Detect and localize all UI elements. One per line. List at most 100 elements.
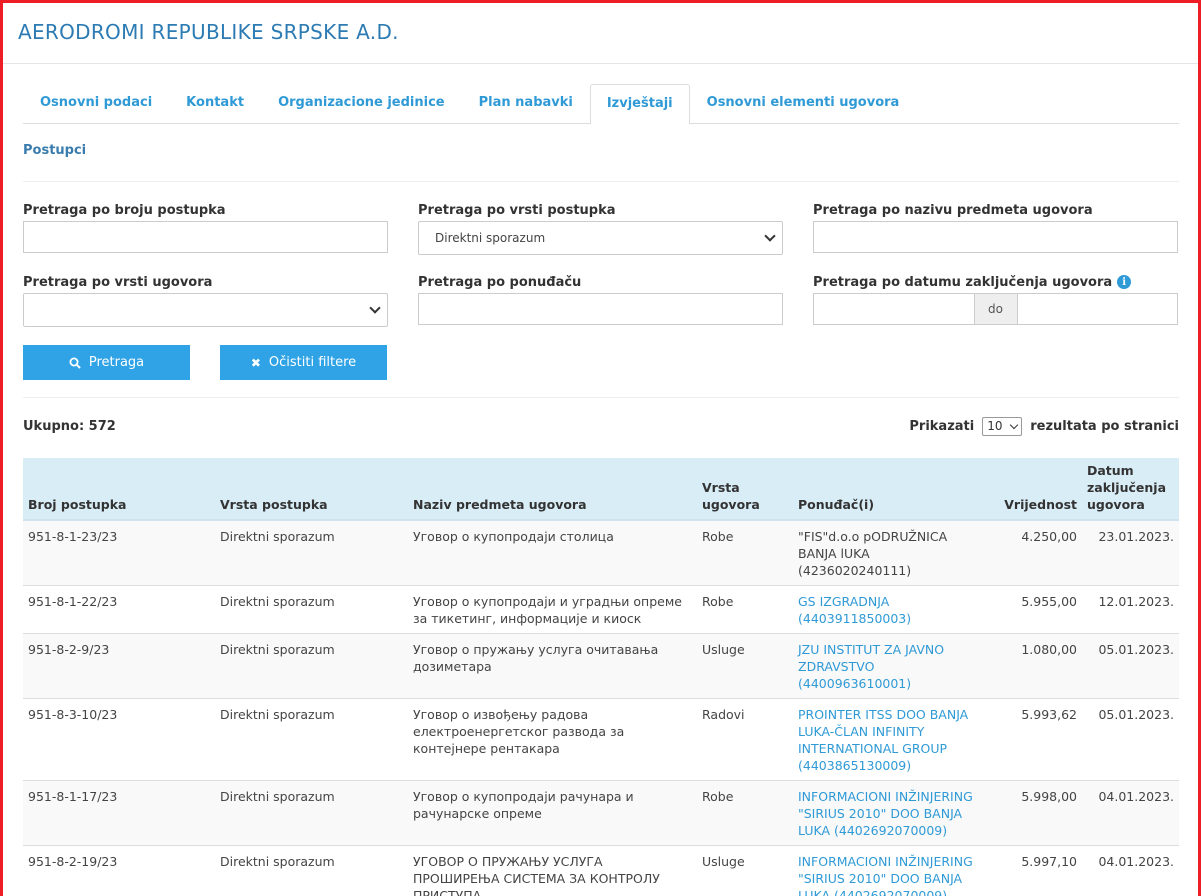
cell-vrsta-postupka: Direktni sporazum — [215, 519, 408, 586]
date-from-input[interactable] — [813, 293, 975, 325]
cell-ponudjac[interactable]: JZU INSTITUT ZA JAVNO ZDRAVSTVO (4400963… — [793, 633, 985, 699]
cell-naziv-predmeta: Уговор о купопродаји и уградњи опреме за… — [408, 585, 697, 634]
datum-label-text: Pretraga po datumu zaključenja ugovora — [813, 274, 1113, 290]
cell-vrijednost: 5.993,62 — [985, 698, 1082, 781]
cell-vrijednost: 5.955,00 — [985, 585, 1082, 634]
cell-broj-postupka: 951-8-2-9/23 — [23, 633, 215, 699]
results-summary: Ukupno: 572 Prikazati 10 rezultata po st… — [23, 416, 1179, 436]
datum-label: Pretraga po datumu zaključenja ugovora i — [813, 271, 1178, 293]
cell-ponudjac[interactable]: GS IZGRADNJA (4403911850003) — [793, 585, 985, 634]
search-button[interactable]: Pretraga — [23, 345, 190, 380]
per-page-select[interactable]: 10 — [982, 416, 1023, 436]
results-table: Broj postupka Vrsta postupka Naziv predm… — [23, 458, 1179, 896]
ponudjac-input[interactable] — [418, 293, 783, 325]
column-header[interactable]: Ponuđač(i) — [793, 458, 985, 521]
date-range: do — [813, 293, 1178, 325]
cell-broj-postupka: 951-8-1-17/23 — [23, 780, 215, 846]
cell-naziv-predmeta: Уговор о извођењу радова електроенергетс… — [408, 698, 697, 781]
page-header: AERODROMI REPUBLIKE SRPSKE A.D. — [0, 0, 1201, 64]
column-header[interactable]: Vrijednost — [985, 458, 1082, 521]
cell-vrijednost: 1.080,00 — [985, 633, 1082, 699]
cell-broj-postupka: 951-8-2-19/23 — [23, 845, 215, 896]
vrsta-postupka-label: Pretraga po vrsti postupka — [418, 202, 616, 218]
cell-vrsta-postupka: Direktni sporazum — [215, 845, 408, 896]
cell-vrsta-ugovora: Usluge — [697, 845, 793, 896]
cell-broj-postupka: 951-8-1-23/23 — [23, 519, 215, 586]
column-header[interactable]: Vrsta ugovora — [697, 458, 793, 521]
cell-ponudjac[interactable]: PROINTER ITSS DOO BANJA LUKA-ČLAN INFINI… — [793, 698, 985, 781]
column-header[interactable]: Broj postupka — [23, 458, 215, 521]
clear-filters-label: Očistiti filtere — [268, 355, 357, 370]
date-to-input[interactable] — [1016, 293, 1178, 325]
cell-ponudjac[interactable]: INFORMACIONI INŽINJERING "SIRIUS 2010" D… — [793, 845, 985, 896]
table-row: 951-8-1-23/23 Direktni sporazum Уговор о к… — [23, 519, 1179, 586]
cell-vrijednost: 5.997,10 — [985, 845, 1082, 896]
vrsta-ugovora-select[interactable] — [23, 293, 388, 327]
broj-postupka-input[interactable] — [23, 221, 388, 253]
tab-izvjestaji[interactable]: Izvještaji — [589, 84, 690, 124]
cell-vrsta-postupka: Direktni sporazum — [215, 633, 408, 699]
cell-vrijednost: 5.998,00 — [985, 780, 1082, 846]
total-count: Ukupno: 572 — [23, 418, 116, 434]
button-row: Pretraga ✖ Očistiti filtere — [23, 345, 1179, 380]
section-title: Postupci — [23, 143, 1179, 182]
divider — [23, 397, 1179, 398]
cell-datum: 04.01.2023. — [1082, 845, 1179, 896]
cell-ponudjac[interactable]: INFORMACIONI INŽINJERING "SIRIUS 2010" D… — [793, 780, 985, 846]
cell-datum: 05.01.2023. — [1082, 633, 1179, 699]
info-icon[interactable]: i — [1117, 275, 1132, 289]
cell-datum: 12.01.2023. — [1082, 585, 1179, 634]
cell-naziv-predmeta: УГОВОР О ПРУЖАЊУ УСЛУГА ПРОШИРЕЊА СИСТЕМ… — [408, 845, 697, 896]
cell-vrsta-postupka: Direktni sporazum — [215, 780, 408, 846]
tab-plan-nabavki[interactable]: Plan nabavki — [462, 83, 590, 123]
chevron-down-icon — [1009, 420, 1019, 429]
naziv-predmeta-input[interactable] — [813, 221, 1178, 253]
cell-datum: 05.01.2023. — [1082, 698, 1179, 781]
cell-vrsta-ugovora: Robe — [697, 519, 793, 586]
per-page-prefix: Prikazati — [909, 418, 975, 434]
cell-datum: 23.01.2023. — [1082, 519, 1179, 586]
cell-naziv-predmeta: Уговор о купопродаји рачунара и рачунарс… — [408, 780, 697, 846]
per-page-control: Prikazati 10 rezultata po stranici — [909, 416, 1179, 436]
cell-vrsta-postupka: Direktni sporazum — [215, 585, 408, 634]
cell-ponudjac: "FIS"d.o.o pODRUŽNICA BANJA lUKA (423602… — [793, 519, 985, 586]
date-range-separator: do — [974, 293, 1017, 325]
table-header-row: Broj postupka Vrsta postupka Naziv predm… — [23, 458, 1179, 521]
naziv-predmeta-label: Pretraga po nazivu predmeta ugovora — [813, 202, 1093, 218]
ponudjac-label: Pretraga po ponuđaču — [418, 274, 582, 290]
table-row: 951-8-1-17/23 Direktni sporazum Уговор о к… — [23, 780, 1179, 846]
cell-vrsta-ugovora: Robe — [697, 585, 793, 634]
search-icon — [69, 357, 81, 369]
cell-vrsta-ugovora: Radovi — [697, 698, 793, 781]
column-header[interactable]: Datum zaključenja ugovora — [1082, 458, 1179, 521]
cell-broj-postupka: 951-8-1-22/23 — [23, 585, 215, 634]
tab-bar: Osnovni podaci Kontakt Organizacione jed… — [23, 84, 1179, 124]
chevron-down-icon — [764, 230, 776, 242]
cell-vrsta-postupka: Direktni sporazum — [215, 698, 408, 781]
vrsta-ugovora-label: Pretraga po vrsti ugovora — [23, 274, 213, 290]
cell-vrsta-ugovora: Robe — [697, 780, 793, 846]
tab-osnovni-podaci[interactable]: Osnovni podaci — [23, 83, 169, 123]
chevron-down-icon — [369, 302, 381, 314]
column-header[interactable]: Vrsta postupka — [215, 458, 408, 521]
cell-naziv-predmeta: Уговор о пружању услуга очитавања дозиме… — [408, 633, 697, 699]
cell-vrsta-ugovora: Usluge — [697, 633, 793, 699]
filter-form: Pretraga po broju postupka Pretraga po v… — [23, 199, 1179, 329]
broj-postupka-label: Pretraga po broju postupka — [23, 202, 226, 218]
tab-kontakt[interactable]: Kontakt — [169, 83, 261, 123]
per-page-suffix: rezultata po stranici — [1030, 418, 1179, 434]
close-icon: ✖ — [250, 355, 261, 370]
table-row: 951-8-3-10/23 Direktni sporazum Уговор о и… — [23, 698, 1179, 781]
cell-naziv-predmeta: Уговор о купопродаји столица — [408, 519, 697, 586]
column-header[interactable]: Naziv predmeta ugovora — [408, 458, 697, 521]
per-page-value: 10 — [987, 419, 1003, 433]
cell-datum: 04.01.2023. — [1082, 780, 1179, 846]
page-title: AERODROMI REPUBLIKE SRPSKE A.D. — [18, 20, 399, 44]
table-row: 951-8-2-19/23 Direktni sporazum УГОВОР О П… — [23, 845, 1179, 896]
tab-osnovni-elementi-ugovora[interactable]: Osnovni elementi ugovora — [690, 83, 917, 123]
vrsta-postupka-select[interactable]: Direktni sporazum — [418, 221, 783, 255]
table-row: 951-8-2-9/23 Direktni sporazum Уговор о пр… — [23, 633, 1179, 699]
tab-organizacione-jedinice[interactable]: Organizacione jedinice — [261, 83, 462, 123]
table-row: 951-8-1-22/23 Direktni sporazum Уговор о к… — [23, 585, 1179, 634]
clear-filters-button[interactable]: ✖ Očistiti filtere — [220, 345, 387, 380]
